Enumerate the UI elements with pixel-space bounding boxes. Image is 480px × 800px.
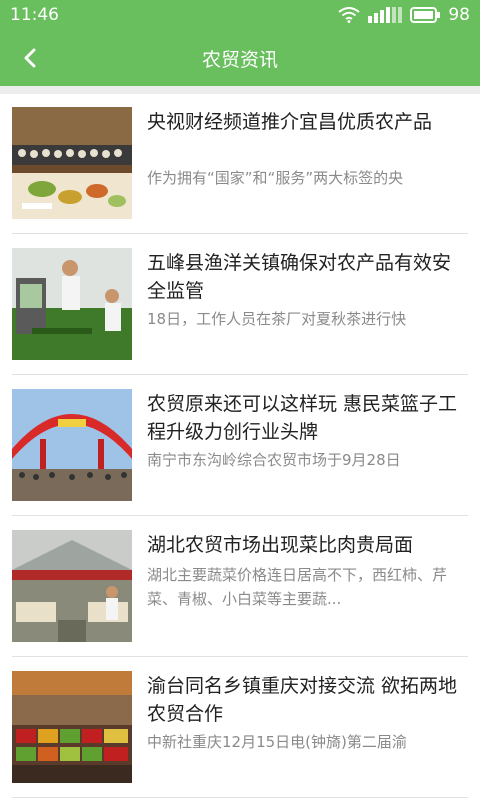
news-summary: 湖北主要蔬菜价格连日居高不下，西红柿、芹菜、青椒、小白菜等主要蔬... <box>147 566 448 608</box>
app-header: 农贸资讯 <box>0 30 480 86</box>
news-thumbnail <box>12 248 132 360</box>
news-list: 央视财经频道推介宜昌优质农产品 作为拥有“国家”和“服务”两大标签的央 五峰县渔… <box>0 94 480 800</box>
signal-icon <box>368 7 403 23</box>
news-thumbnail <box>12 671 132 783</box>
news-title: 五峰县渔洋关镇确保对农产品有效安全监管 <box>147 252 452 302</box>
battery-level: 98 <box>448 5 470 25</box>
news-thumbnail <box>12 389 132 501</box>
news-item[interactable]: 央视财经频道推介宜昌优质农产品 作为拥有“国家”和“服务”两大标签的央 <box>12 94 468 234</box>
status-time: 11:46 <box>10 5 59 25</box>
news-title: 央视财经频道推介宜昌优质农产品 <box>147 111 433 133</box>
battery-icon <box>410 7 441 23</box>
news-summary: 中新社重庆12月15日电(钟旖)第二届渝 <box>147 733 407 751</box>
news-title: 渝台同名乡镇重庆对接交流 欲拓两地农贸合作 <box>147 675 458 725</box>
news-title: 湖北农贸市场出现菜比肉贵局面 <box>147 534 414 556</box>
news-item[interactable]: 农贸原来还可以这样玩 惠民菜篮子工程升级力创行业头牌 南宁市东沟岭综合农贸市场于… <box>12 376 468 516</box>
news-summary: 作为拥有“国家”和“服务”两大标签的央 <box>147 169 404 187</box>
page-title: 农贸资讯 <box>201 48 278 71</box>
status-bar: 11:46 98 <box>0 0 480 30</box>
news-title: 农贸原来还可以这样玩 惠民菜篮子工程升级力创行业头牌 <box>147 393 458 443</box>
news-summary: 南宁市东沟岭综合农贸市场于9月28日 <box>147 451 401 469</box>
news-thumbnail <box>12 107 132 219</box>
back-button[interactable] <box>12 40 48 76</box>
chevron-left-icon <box>24 48 36 68</box>
news-thumbnail <box>12 530 132 642</box>
news-summary: 18日，工作人员在茶厂对夏秋茶进行快 <box>147 310 407 328</box>
wifi-icon <box>338 7 360 23</box>
news-item[interactable]: 五峰县渔洋关镇确保对农产品有效安全监管 18日，工作人员在茶厂对夏秋茶进行快 <box>12 235 468 375</box>
news-item[interactable]: 湖北农贸市场出现菜比肉贵局面 湖北主要蔬菜价格连日居高不下，西红柿、芹菜、青椒、… <box>12 517 468 657</box>
status-icons: 98 <box>338 5 470 25</box>
news-item[interactable]: 渝台同名乡镇重庆对接交流 欲拓两地农贸合作 中新社重庆12月15日电(钟旖)第二… <box>12 658 468 798</box>
